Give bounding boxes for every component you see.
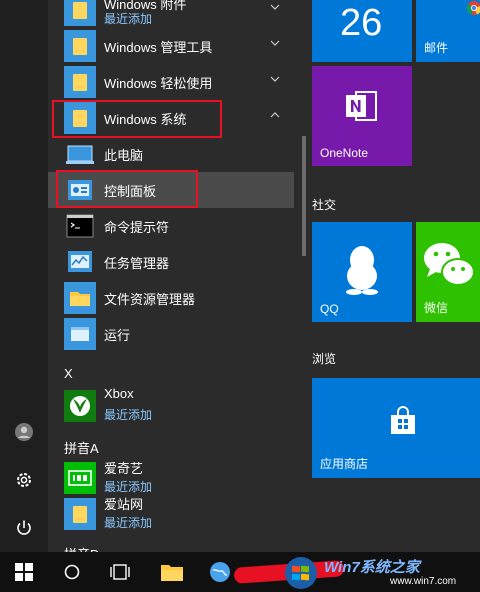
section-letter-a[interactable]: 拼音A [64, 438, 99, 457]
gear-icon [17, 473, 31, 487]
section-letter-x[interactable]: X [64, 366, 73, 381]
app-label: 文件资源管理器 [104, 291, 196, 307]
app-command-prompt[interactable]: 命令提示符 [48, 208, 294, 244]
app-xbox[interactable]: Xbox 最近添加 [48, 386, 294, 424]
watermark-url: www.win7.com [390, 576, 457, 587]
app-run[interactable]: 运行 [48, 316, 294, 352]
app-label: 爱站网 [104, 497, 144, 512]
tile-store[interactable]: 应用商店 [312, 378, 480, 478]
app-label: Windows 轻松使用 [104, 75, 213, 91]
task-manager-icon [68, 251, 92, 272]
tiles-panel: 26 邮件 OneNote 社交 QQ 微信 浏览 应用商店 [308, 0, 480, 552]
app-list[interactable]: Windows 附件 最近添加 Windows 管理工具 Windows 轻松使… [48, 0, 308, 552]
recently-added-label: 最近添加 [104, 408, 153, 422]
tile-wechat[interactable]: 微信 [416, 222, 480, 322]
tile-label: 邮件 [424, 41, 449, 55]
folder-icon [161, 565, 183, 581]
settings-button[interactable] [0, 456, 48, 504]
folder-icon [64, 66, 96, 98]
iqiyi-icon [64, 462, 96, 494]
tile-onenote[interactable]: OneNote [312, 66, 412, 166]
tile-qq[interactable]: QQ [312, 222, 412, 322]
task-view-button[interactable] [96, 552, 144, 592]
recently-added-label: 最近添加 [104, 12, 153, 26]
cortana-circle-icon [64, 564, 80, 580]
xbox-icon [64, 390, 96, 422]
app-windows-accessories[interactable]: Windows 附件 最近添加 [48, 0, 294, 28]
wechat-icon [424, 243, 475, 286]
app-label: 命令提示符 [104, 219, 170, 235]
app-windows-admin-tools[interactable]: Windows 管理工具 [48, 28, 294, 64]
app-label: 运行 [104, 327, 131, 343]
start-side-rail [0, 0, 48, 552]
terminal-icon [66, 214, 94, 238]
user-account-button[interactable] [0, 408, 48, 456]
power-icon [17, 520, 31, 535]
recently-added-label: 最近添加 [104, 480, 153, 494]
app-label: Xbox [104, 386, 134, 401]
app-label: 此电脑 [104, 147, 144, 163]
chrome-icon [466, 1, 480, 15]
app-windows-ease-of-access[interactable]: Windows 轻松使用 [48, 64, 294, 100]
start-button[interactable] [0, 552, 48, 592]
tile-label: 应用商店 [320, 457, 369, 471]
taskbar-file-explorer[interactable] [148, 552, 196, 592]
group-title-browse[interactable]: 浏览 [312, 350, 336, 367]
tile-mail[interactable]: 邮件 [416, 0, 480, 62]
chevron-down-icon[interactable] [270, 40, 280, 46]
qq-penguin-icon [346, 246, 378, 295]
folder-icon [64, 498, 96, 530]
tile-calendar[interactable]: 26 [312, 0, 412, 62]
app-this-pc[interactable]: 此电脑 [48, 136, 294, 172]
app-file-explorer[interactable]: 文件资源管理器 [48, 280, 294, 316]
recently-added-label: 最近添加 [104, 516, 153, 530]
file-explorer-icon [64, 282, 96, 314]
app-iqiyi[interactable]: 爱奇艺 最近添加 [48, 460, 294, 496]
chevron-up-icon[interactable] [270, 112, 280, 118]
run-icon [64, 318, 96, 350]
section-letter-d[interactable]: 拼音D [64, 544, 99, 552]
scrollbar[interactable] [302, 136, 306, 256]
cortana-button[interactable] [48, 552, 96, 592]
annotation-box-control-panel [56, 170, 198, 208]
task-view-icon [110, 564, 130, 580]
tile-label: QQ [320, 302, 339, 316]
app-aizhan[interactable]: 爱站网 最近添加 [48, 496, 294, 532]
computer-icon [66, 145, 94, 164]
group-title-social[interactable]: 社交 [312, 196, 336, 213]
app-label: Windows 管理工具 [104, 39, 213, 55]
annotation-box-windows-system [52, 100, 222, 138]
watermark: Win7系统之家 www.win7.com [280, 554, 480, 592]
win7-logo-icon [285, 557, 317, 589]
app-label: 爱奇艺 [104, 461, 144, 476]
chevron-down-icon[interactable] [270, 76, 280, 82]
watermark-title: Win7系统之家 [324, 559, 420, 576]
app-label: 任务管理器 [104, 255, 170, 271]
power-button[interactable] [0, 504, 48, 552]
calendar-day: 26 [340, 2, 383, 44]
folder-icon [64, 30, 96, 62]
folder-icon [64, 0, 96, 26]
chevron-down-icon[interactable] [270, 4, 280, 10]
tile-label: 微信 [424, 301, 449, 315]
globe-icon [210, 562, 230, 582]
user-icon [15, 423, 33, 441]
app-task-manager[interactable]: 任务管理器 [48, 244, 294, 280]
tile-label: OneNote [320, 146, 369, 160]
onenote-icon [346, 91, 377, 121]
store-bag-icon [391, 406, 415, 434]
taskbar: Win7系统之家 www.win7.com [0, 552, 480, 592]
windows-logo-icon [15, 563, 33, 581]
